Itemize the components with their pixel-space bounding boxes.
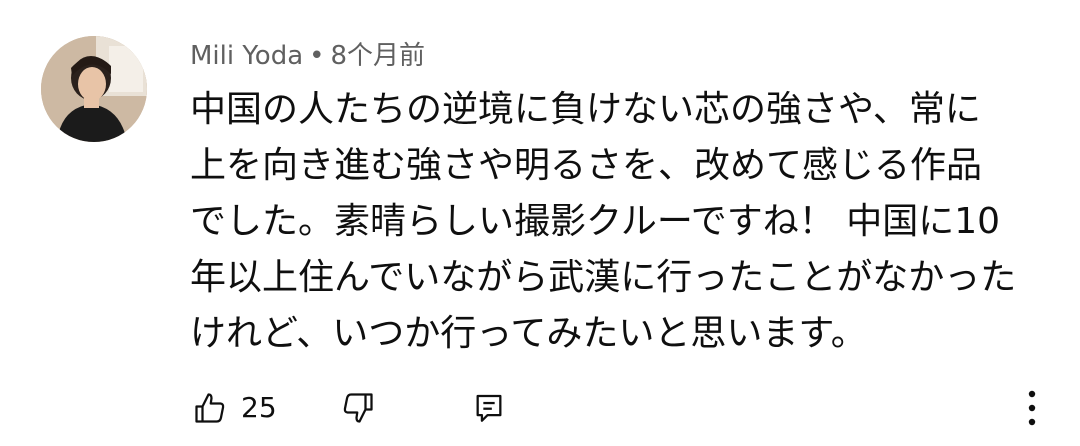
- reply-button[interactable]: [472, 390, 506, 426]
- meta-separator: •: [309, 41, 325, 71]
- avatar-image: [41, 36, 147, 142]
- author-name[interactable]: Mili Yoda: [190, 41, 303, 71]
- reply-icon: [476, 394, 502, 422]
- comment-actions: 25: [0, 384, 1080, 434]
- like-count: 25: [241, 391, 277, 424]
- comment-line: けれど、いつか行ってみたいと思います。: [190, 313, 867, 354]
- thumbs-up-icon: [195, 393, 225, 423]
- comment-line: でした。素晴らしい撮影クルーですね！ 中国に10: [190, 201, 1001, 242]
- comment-header: Mili Yoda • 8个月前: [190, 38, 425, 74]
- comment-line: 年以上住んでいながら武漢に行ったことがなかった: [190, 257, 1017, 298]
- thumbs-down-icon: [343, 393, 373, 423]
- dislike-button[interactable]: [340, 390, 376, 426]
- comment-line: 中国の人たちの逆境に負けない芯の強さや、常に: [190, 89, 981, 130]
- like-button[interactable]: [192, 390, 228, 426]
- more-actions-button[interactable]: [1020, 388, 1044, 428]
- avatar[interactable]: [41, 36, 147, 142]
- comment-timestamp[interactable]: 8个月前: [330, 41, 425, 71]
- comment-line: 上を向き進む強さや明るさを、改めて感じる作品: [190, 145, 983, 186]
- more-vertical-icon: [1028, 390, 1036, 426]
- comment-text: 中国の人たちの逆境に負けない芯の強さや、常に 上を向き進む強さや明るさを、改めて…: [190, 82, 1060, 362]
